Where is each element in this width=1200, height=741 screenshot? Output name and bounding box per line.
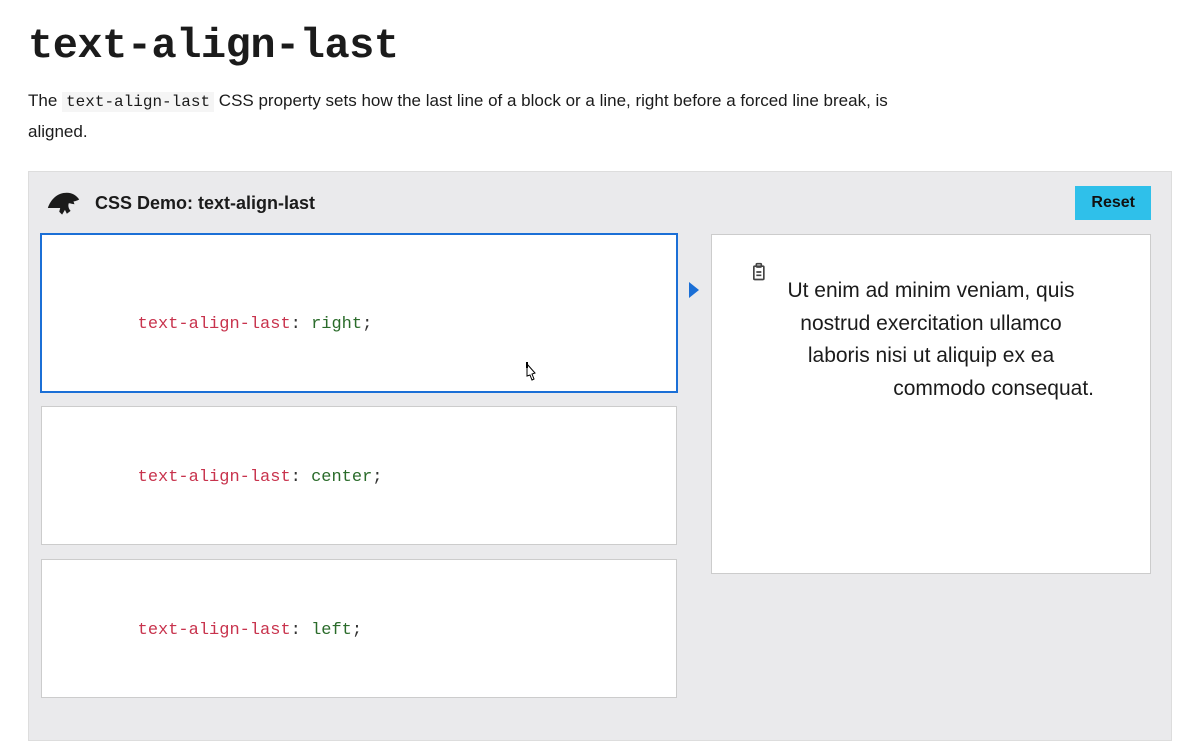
active-arrow-icon (689, 282, 699, 298)
demo-header: CSS Demo: text-align-last Reset (29, 172, 1171, 234)
code-value: left (311, 621, 352, 640)
reset-button[interactable]: Reset (1075, 186, 1151, 220)
demo-title: CSS Demo: text-align-last (95, 193, 315, 214)
demo-panel: CSS Demo: text-align-last Reset text-ali… (28, 171, 1172, 741)
output-panel: Ut enim ad minim veniam, quis nostrud ex… (711, 234, 1151, 574)
intro-code: text-align-last (62, 92, 214, 112)
code-value: right (311, 315, 362, 334)
code-option-right[interactable]: text-align-last: right; (41, 234, 677, 392)
code-property: text-align-last (138, 621, 291, 640)
logo-dino-icon (45, 189, 83, 217)
code-value: center (311, 468, 372, 487)
code-option-left[interactable]: text-align-last: left; (41, 559, 677, 698)
page-title: text-align-last (28, 22, 1172, 70)
code-column: text-align-last: right; text-align-last:… (41, 234, 677, 712)
clipboard-icon[interactable] (646, 243, 666, 263)
code-property: text-align-last (138, 468, 291, 487)
code-property: text-align-last (138, 315, 291, 334)
output-text: Ut enim ad minim veniam, quis nostrud ex… (768, 275, 1094, 405)
code-option-center[interactable]: text-align-last: center; (41, 406, 677, 545)
intro-paragraph: The text-align-last CSS property sets ho… (28, 86, 928, 147)
intro-pre: The (28, 91, 62, 110)
